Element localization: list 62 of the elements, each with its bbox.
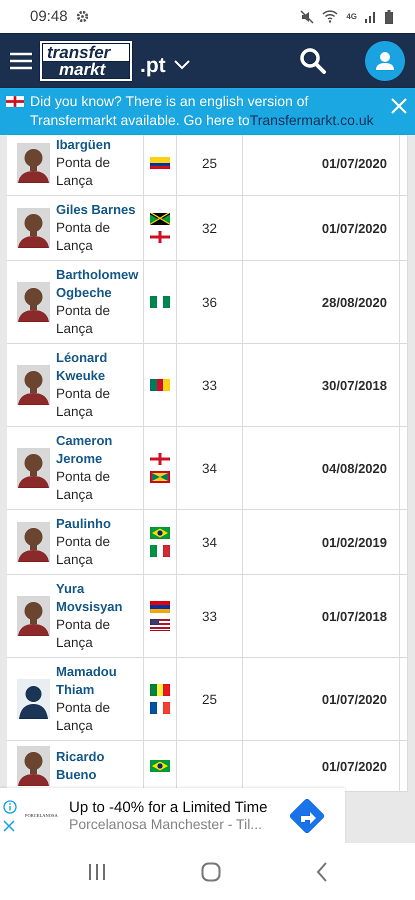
age-cell: 33 xyxy=(202,378,218,392)
player-name-link[interactable]: Paulinho xyxy=(56,515,142,533)
player-name-link[interactable]: Yura Movsisyan xyxy=(56,580,142,616)
close-button[interactable] xyxy=(391,98,407,114)
age-cell: 36 xyxy=(202,294,218,310)
chevron-down-icon[interactable] xyxy=(174,60,190,70)
position-label: Ponta de Lança xyxy=(56,616,112,652)
domain-label[interactable]: .pt xyxy=(140,54,166,78)
player-name-link[interactable]: Mamadou Thiam xyxy=(56,663,142,699)
position-label: Ponta de Lança xyxy=(56,302,112,338)
gear-icon xyxy=(76,10,89,23)
flag-icon xyxy=(6,96,24,107)
position-label: Ponta de Lança xyxy=(56,154,112,190)
date-cell-text: 04/08/2020 xyxy=(322,460,388,476)
date-cell-text: 01/07/2020 xyxy=(322,156,388,170)
logo[interactable]: transfer markt xyxy=(40,40,132,80)
date-cell-text: 01/07/2020 xyxy=(322,758,388,774)
player-name-link[interactable]: Ricardo Bueno xyxy=(56,748,142,784)
ad-headline: Up to -40% for a Limited Time xyxy=(69,799,268,816)
banner-message: Did you know? There is an english version of Transfermarkt available. Go here toTransfermarkt.co.uk xyxy=(30,92,375,130)
user-icon xyxy=(375,50,395,70)
position-label: Ponta de Lança xyxy=(56,219,112,255)
search-icon xyxy=(299,46,327,74)
recent-apps-icon[interactable] xyxy=(88,864,106,880)
player-name-link[interactable]: Bartholomew Ogbeche xyxy=(56,266,142,302)
signal-icon xyxy=(365,10,377,22)
player-name-link[interactable]: Ibargüen xyxy=(56,136,142,154)
age-cell: 25 xyxy=(202,156,218,170)
date-cell-text: 01/07/2018 xyxy=(322,608,388,624)
menu-icon xyxy=(10,52,32,70)
player-name-link[interactable]: Léonard Kweuke xyxy=(56,349,142,385)
close-icon xyxy=(391,98,407,114)
age-cell: 34 xyxy=(202,534,218,550)
battery-icon xyxy=(385,10,393,24)
ad-subtitle: Porcelanosa Manchester - Til... xyxy=(69,816,263,832)
banner-link[interactable]: Transfermarkt.co.uk xyxy=(250,112,374,128)
wifi-icon xyxy=(322,10,338,23)
position-label: Ponta de Lança xyxy=(56,385,112,421)
back-icon[interactable] xyxy=(316,862,328,882)
player-name-link[interactable]: Cameron Jerome xyxy=(56,432,142,468)
network-label: 4G xyxy=(346,12,357,21)
date-cell-text: 01/07/2020 xyxy=(322,220,388,236)
user-button[interactable] xyxy=(365,40,405,80)
home-icon[interactable] xyxy=(200,862,220,882)
menu-button[interactable] xyxy=(10,52,32,70)
mute-icon xyxy=(300,10,314,24)
clock: 09:48 xyxy=(30,8,68,25)
player-name-link[interactable]: Giles Barnes xyxy=(56,201,142,219)
date-cell-text: 30/07/2018 xyxy=(322,378,388,392)
age-cell: 34 xyxy=(202,460,218,476)
date-cell-text: 01/07/2020 xyxy=(322,692,388,706)
info-icon[interactable] xyxy=(3,800,17,814)
date-cell-text: 28/08/2020 xyxy=(322,294,388,310)
age-cell: 33 xyxy=(202,608,218,624)
position-label: Ponta de Lança xyxy=(56,533,112,569)
close-icon[interactable] xyxy=(3,820,15,832)
age-cell: 25 xyxy=(202,692,218,706)
position-label: Ponta de Lança xyxy=(56,699,112,735)
search-button[interactable] xyxy=(299,46,327,74)
date-cell-text: 01/02/2019 xyxy=(322,534,388,550)
position-label: Ponta de Lança xyxy=(56,468,112,504)
age-cell: 32 xyxy=(202,220,218,236)
